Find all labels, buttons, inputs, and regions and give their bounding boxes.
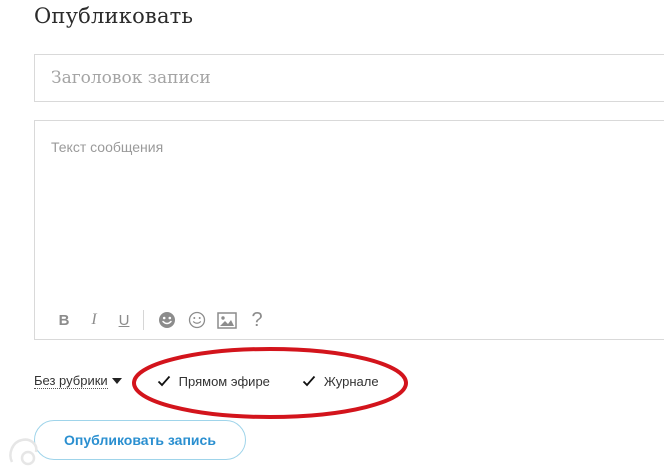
rubric-dropdown[interactable]: Без рубрики <box>34 372 122 389</box>
insert-image-button[interactable] <box>212 307 242 333</box>
toolbar-divider <box>143 310 144 330</box>
emoji-outline-icon <box>188 311 206 329</box>
message-textarea[interactable] <box>35 121 664 291</box>
help-icon: ? <box>251 308 263 331</box>
post-title-input[interactable] <box>35 55 664 101</box>
italic-button[interactable]: I <box>79 307 109 333</box>
checkbox-journal-label: Журнале <box>323 373 379 389</box>
bold-button[interactable]: B <box>49 307 79 333</box>
checkbox-live-label: Прямом эфире <box>178 373 270 389</box>
page-title: Опубликовать <box>34 4 194 28</box>
emoji-filled-icon <box>159 312 175 328</box>
checkbox-journal[interactable]: Журнале <box>300 372 379 390</box>
caret-down-icon <box>111 378 122 384</box>
emoji-outline-button[interactable] <box>182 307 212 333</box>
editor-toolbar: B I U ? <box>49 307 272 333</box>
help-button[interactable]: ? <box>242 307 272 333</box>
post-options: Без рубрики Прямом эфире Журнале <box>34 370 379 392</box>
checkmark-icon <box>300 372 318 390</box>
publish-button[interactable]: Опубликовать запись <box>34 420 246 460</box>
rubric-label: Без рубрики <box>34 372 108 389</box>
checkbox-live[interactable]: Прямом эфире <box>155 372 270 390</box>
checkmark-icon <box>155 372 173 390</box>
emoji-filled-button[interactable] <box>152 307 182 333</box>
underline-button[interactable]: U <box>109 307 139 333</box>
post-title-field[interactable] <box>34 54 664 102</box>
image-icon <box>217 311 237 329</box>
message-editor[interactable]: B I U <box>34 120 664 340</box>
